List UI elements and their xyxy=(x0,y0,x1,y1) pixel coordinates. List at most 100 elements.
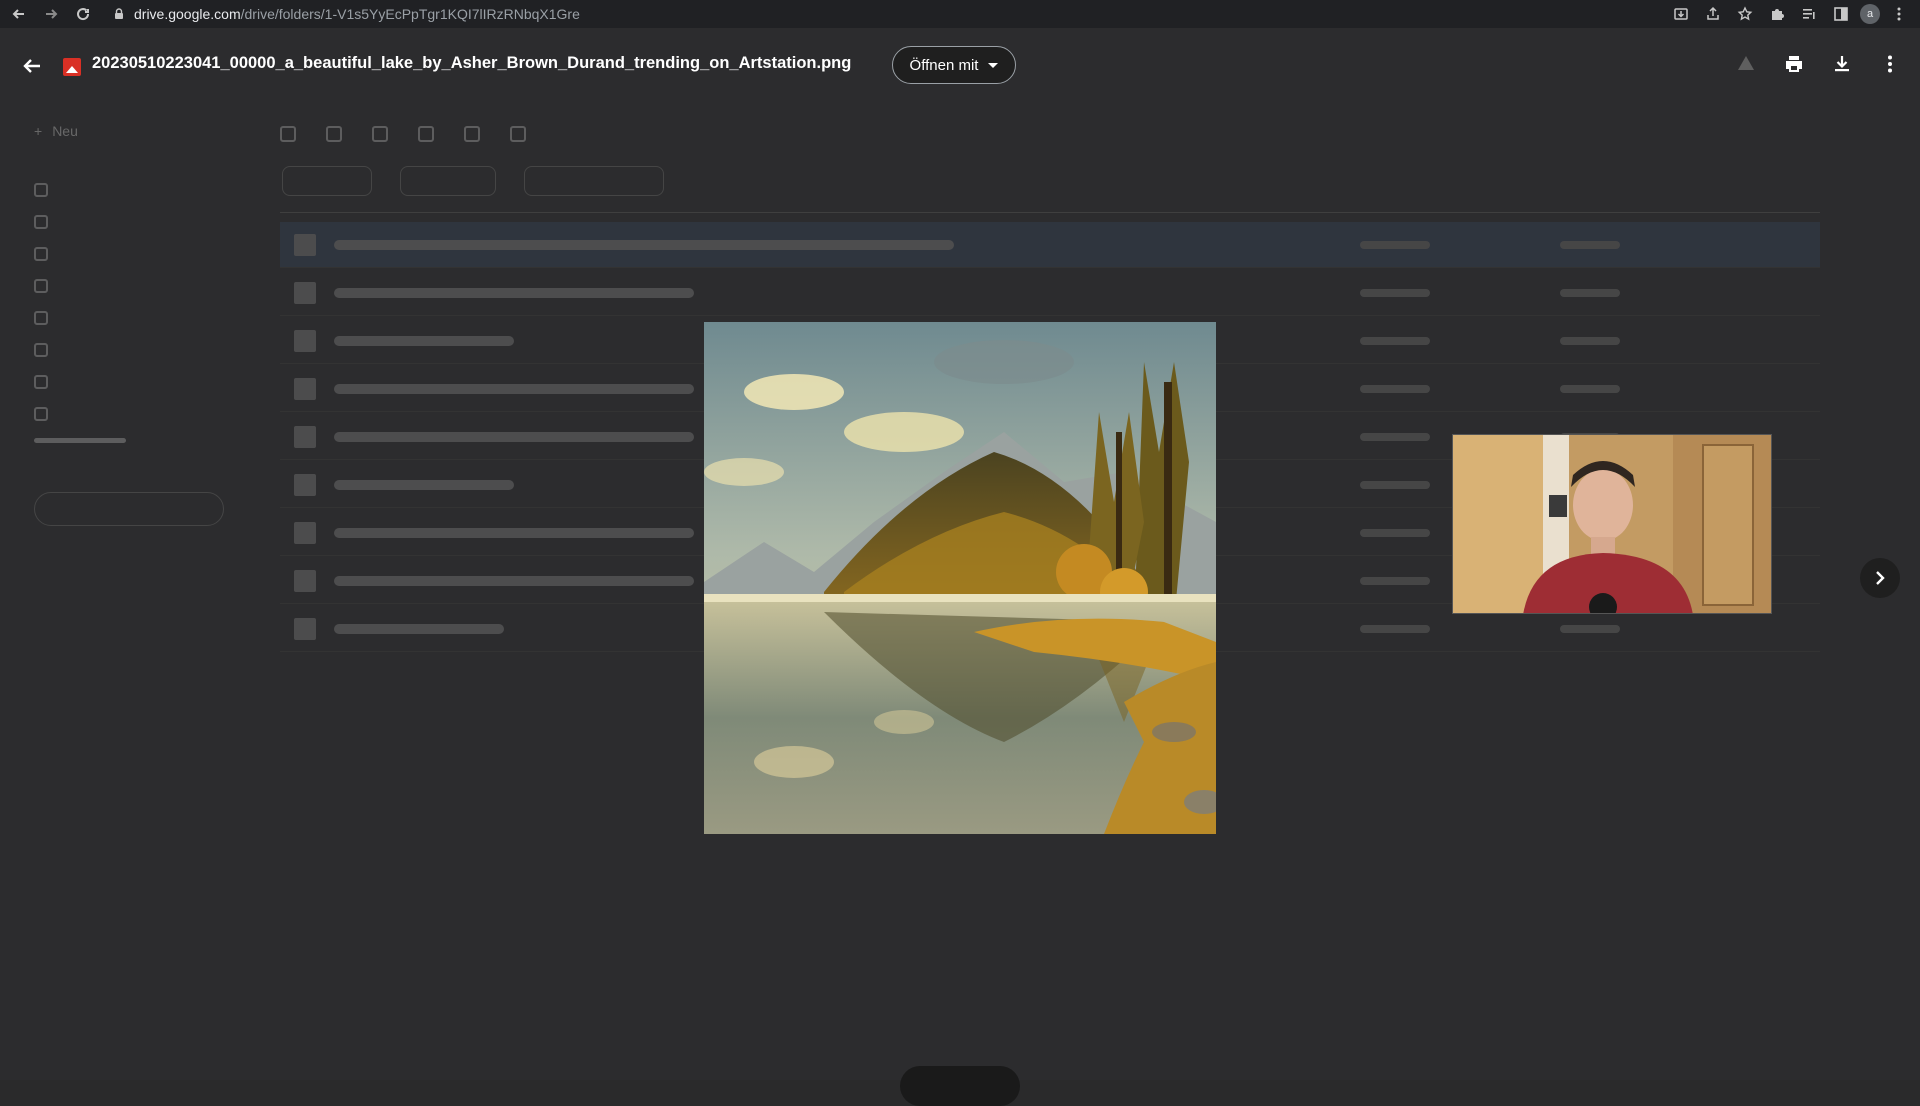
extensions-button[interactable] xyxy=(1764,2,1790,26)
webcam-feed xyxy=(1453,435,1771,613)
sidebar-item xyxy=(34,180,234,200)
file-name-placeholder xyxy=(334,335,514,346)
file-name-placeholder xyxy=(334,431,694,442)
trash-icon xyxy=(34,375,48,389)
browser-menu-button[interactable] xyxy=(1886,2,1912,26)
browser-reload-button[interactable] xyxy=(70,1,96,27)
caret-down-icon xyxy=(988,62,999,68)
more-actions-button[interactable] xyxy=(1874,48,1906,80)
file-meta xyxy=(1560,336,1620,345)
file-thumb xyxy=(294,569,316,592)
add-shortcut-button[interactable] xyxy=(1730,48,1762,80)
file-row xyxy=(280,270,1820,316)
sidebar-item xyxy=(34,340,234,360)
side-panel-button[interactable] xyxy=(1828,2,1854,26)
side-panel-icon xyxy=(1834,7,1848,21)
file-thumb xyxy=(294,521,316,544)
file-meta xyxy=(1560,288,1620,297)
image-preview xyxy=(704,322,1216,834)
reload-icon xyxy=(77,8,90,21)
sidebar-item xyxy=(34,244,234,264)
storage-button xyxy=(34,492,224,526)
arrow-left-icon xyxy=(23,59,40,73)
toolbar-icon xyxy=(326,126,342,142)
column-header-divider xyxy=(280,212,1820,213)
zoom-controls[interactable] xyxy=(900,1066,1020,1106)
spam-icon xyxy=(34,343,48,357)
viewer-header: 20230510223041_00000_a_beautiful_lake_by… xyxy=(0,28,1920,102)
file-meta xyxy=(1560,384,1620,393)
file-thumb xyxy=(294,473,316,496)
download-icon xyxy=(1835,56,1849,72)
file-meta xyxy=(1360,288,1430,297)
file-name-placeholder xyxy=(334,623,504,634)
file-meta xyxy=(1360,432,1430,441)
toolbar-icon xyxy=(280,126,296,142)
file-meta xyxy=(1360,576,1430,585)
file-thumb xyxy=(294,233,316,256)
file-meta xyxy=(1360,528,1430,537)
file-meta xyxy=(1560,240,1620,249)
webcam-overlay xyxy=(1452,434,1772,614)
browser-back-button[interactable] xyxy=(6,1,32,27)
share-button[interactable] xyxy=(1700,2,1726,26)
download-button[interactable] xyxy=(1826,48,1858,80)
next-file-button[interactable] xyxy=(1860,558,1900,598)
file-meta xyxy=(1360,384,1430,393)
file-meta xyxy=(1360,624,1430,633)
address-bar[interactable]: drive.google.com /drive/folders/1-V1s5Yy… xyxy=(112,4,1632,24)
browser-toolbar: drive.google.com /drive/folders/1-V1s5Yy… xyxy=(0,0,1920,28)
bookmark-button[interactable] xyxy=(1732,2,1758,26)
toolbar-icon xyxy=(464,126,480,142)
file-meta xyxy=(1560,624,1620,633)
file-name-placeholder xyxy=(334,575,694,586)
file-row xyxy=(280,222,1820,268)
printer-icon xyxy=(1786,56,1802,72)
chevron-right-icon xyxy=(1876,571,1885,585)
cloud-icon xyxy=(34,407,48,421)
filter-chip xyxy=(282,166,372,196)
file-name-placeholder xyxy=(334,527,694,538)
more-vert-icon xyxy=(1897,7,1901,21)
sidebar-item xyxy=(34,308,234,328)
reading-list-button[interactable] xyxy=(1796,2,1822,26)
install-app-button[interactable] xyxy=(1668,2,1694,26)
filter-chip xyxy=(400,166,496,196)
print-button[interactable] xyxy=(1778,48,1810,80)
sidebar-item xyxy=(34,212,234,232)
file-meta xyxy=(1360,480,1430,489)
open-with-button[interactable]: Öffnen mit xyxy=(892,46,1016,84)
url-host: drive.google.com xyxy=(134,6,241,22)
file-thumb xyxy=(294,281,316,304)
storage-bar xyxy=(34,438,126,443)
browser-forward-button[interactable] xyxy=(38,1,64,27)
file-thumb xyxy=(294,329,316,352)
url-path: /drive/folders/1-V1s5YyEcPpTgr1KQI7lIRzR… xyxy=(240,6,580,22)
file-thumb xyxy=(294,617,316,640)
file-title: 20230510223041_00000_a_beautiful_lake_by… xyxy=(92,54,852,72)
toolbar-icon xyxy=(510,126,526,142)
viewer-back-button[interactable] xyxy=(16,50,48,82)
computer-icon xyxy=(34,215,48,229)
people-icon xyxy=(34,247,48,261)
toolbar-icon xyxy=(372,126,388,142)
install-icon xyxy=(1674,8,1688,20)
file-thumb xyxy=(294,377,316,400)
plus-icon: + xyxy=(34,123,43,139)
star-icon xyxy=(34,311,48,325)
folder-icon xyxy=(34,183,48,197)
filter-chip xyxy=(524,166,664,196)
drive-add-icon xyxy=(1738,56,1754,70)
new-button: + Neu xyxy=(34,120,124,142)
list-icon xyxy=(1803,9,1815,19)
arrow-left-icon xyxy=(12,9,24,19)
file-thumb xyxy=(294,425,316,448)
profile-avatar[interactable]: a xyxy=(1860,4,1880,24)
file-name-placeholder xyxy=(334,479,514,490)
sidebar-item xyxy=(34,276,234,296)
clock-icon xyxy=(34,279,48,293)
share-icon xyxy=(1707,6,1719,20)
file-meta xyxy=(1360,240,1430,249)
image-file-icon xyxy=(63,58,81,76)
sidebar-item xyxy=(34,404,234,424)
